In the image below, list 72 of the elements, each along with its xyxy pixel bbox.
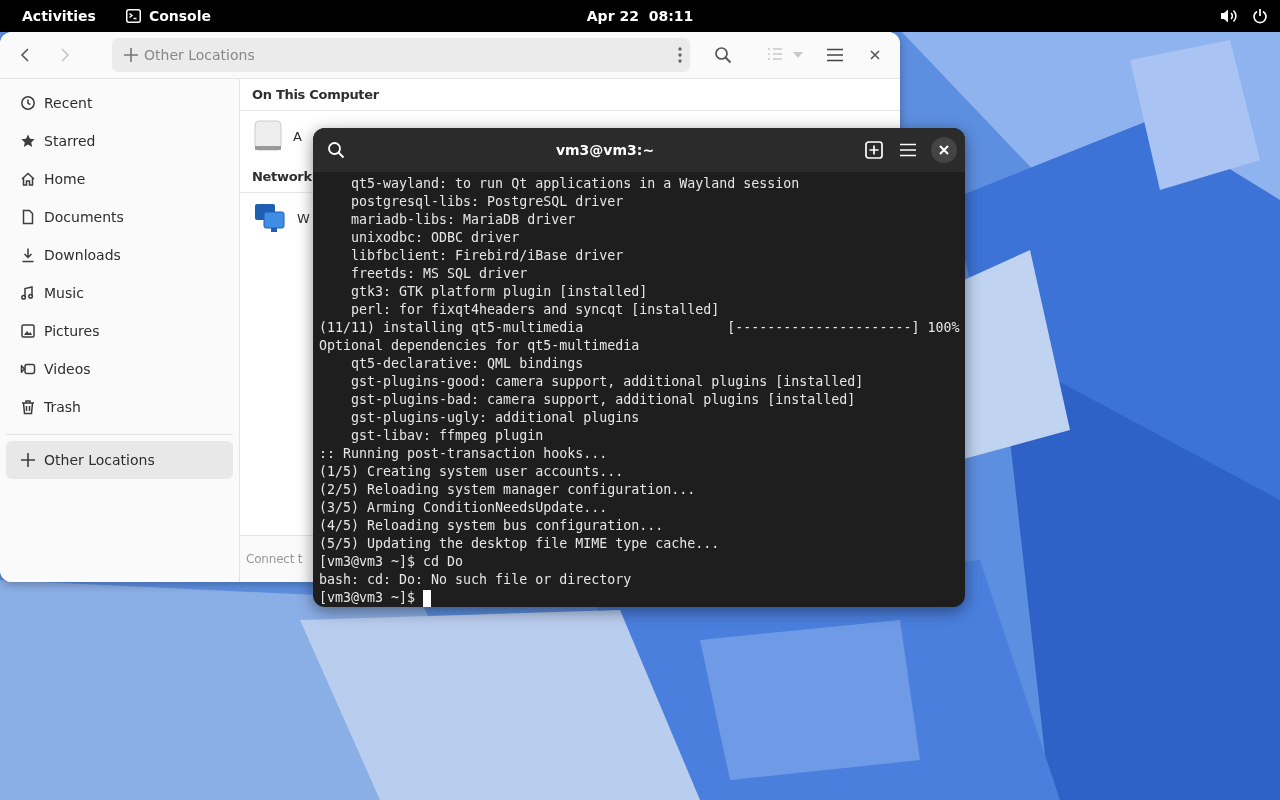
document-icon xyxy=(20,209,36,225)
sidebar-item[interactable]: Other Locations xyxy=(6,441,233,479)
sidebar-item[interactable]: Documents xyxy=(6,198,233,236)
sidebar-item[interactable]: Videos xyxy=(6,350,233,388)
terminal-prompt: [vm3@vm3 ~]$ xyxy=(319,589,417,607)
sidebar-item[interactable]: Recent xyxy=(6,84,233,122)
terminal-line: mariadb-libs: MariaDB driver xyxy=(350,211,577,229)
volume-icon[interactable] xyxy=(1220,8,1238,24)
sidebar-item[interactable]: Pictures xyxy=(6,312,233,350)
search-icon xyxy=(327,141,345,159)
terminal-line: [vm3@vm3 ~]$ cd Do xyxy=(319,553,465,571)
terminal-line: bash: cd: Do: No such file or directory xyxy=(319,571,633,589)
terminal-line: postgresql-libs: PostgreSQL driver xyxy=(350,193,625,211)
terminal-line: gst-libav: ffmpeg plugin xyxy=(350,427,545,445)
terminal-line: (4/5) Reloading system bus configuration... xyxy=(319,517,665,535)
search-icon xyxy=(714,46,732,64)
path-text: Other Locations xyxy=(144,47,256,63)
section-heading: On This Computer xyxy=(252,87,379,102)
star-icon xyxy=(20,133,36,149)
close-icon xyxy=(939,145,949,155)
section-heading: Network xyxy=(252,169,312,184)
location-row[interactable]: A xyxy=(240,111,312,161)
terminal-line: libfbclient: Firebird/iBase driver xyxy=(350,247,625,265)
terminal-line: (1/5) Creating system user accounts... xyxy=(319,463,625,481)
home-icon xyxy=(20,171,36,187)
window-title: vm3@vm3:~ xyxy=(554,142,656,158)
terminal-line: qt5-declarative: QML bindings xyxy=(350,355,585,373)
menu-icon xyxy=(827,48,843,62)
plus-icon xyxy=(865,141,883,159)
terminal-line: freetds: MS SQL driver xyxy=(350,265,529,283)
terminal-line: (5/5) Updating the desktop file MIME type cache... xyxy=(319,535,721,553)
terminal-line: gtk3: GTK platform plugin [installed] xyxy=(350,283,649,301)
location-row[interactable]: W xyxy=(240,193,312,243)
kebab-menu-icon[interactable] xyxy=(678,47,682,63)
drive-icon xyxy=(254,120,282,152)
terminal-line: gst-plugins-bad: camera support, additional plugins [installed] xyxy=(350,391,857,409)
trash-icon xyxy=(20,399,36,415)
sidebar-item[interactable]: Music xyxy=(6,274,233,312)
text-cursor xyxy=(423,589,432,607)
terminal-line: gst-plugins-ugly: additional plugins xyxy=(350,409,641,427)
sidebar-item[interactable]: Home xyxy=(6,160,233,198)
chevron-left-icon xyxy=(20,47,30,63)
terminal-line: (3/5) Arming ConditionNeedsUpdate... xyxy=(319,499,609,517)
chevron-right-icon xyxy=(60,47,70,63)
close-icon xyxy=(870,50,880,60)
close-button[interactable] xyxy=(931,137,957,163)
terminal-line: (11/11) installing qt5-multimedia [----------------------] 100% xyxy=(319,319,959,337)
terminal-line: Optional dependencies for qt5-multimedia xyxy=(319,337,641,355)
terminal-line: qt5-wayland: to run Qt applications in a Wayland session xyxy=(350,175,801,193)
clock-icon xyxy=(20,95,36,111)
video-icon xyxy=(20,361,36,377)
terminal-line: gst-plugins-good: camera support, additional plugins [installed] xyxy=(350,373,865,391)
image-icon xyxy=(20,323,36,339)
sidebar-item[interactable]: Starred xyxy=(6,122,233,160)
sidebar-item[interactable]: Trash xyxy=(6,388,233,426)
sidebar-item[interactable]: Downloads xyxy=(6,236,233,274)
app-menu[interactable]: Console xyxy=(148,8,211,24)
terminal-icon xyxy=(125,9,141,23)
terminal-line: (2/5) Reloading system manager configuration... xyxy=(319,481,697,499)
terminal-line: unixodbc: ODBC driver xyxy=(350,229,521,247)
music-icon xyxy=(20,285,36,301)
terminal-line: perl: for fixqt4headers and syncqt [installed] xyxy=(350,301,721,319)
plus-icon xyxy=(124,48,138,62)
network-icon xyxy=(254,202,286,234)
clock[interactable]: Apr 22 08:11 xyxy=(586,8,694,24)
connect-label: Connect t xyxy=(246,552,303,566)
activities-button[interactable]: Activities xyxy=(18,8,100,24)
menu-icon xyxy=(900,143,916,157)
power-icon[interactable] xyxy=(1252,8,1268,24)
terminal-line: :: Running post-transaction hooks... xyxy=(319,445,609,463)
plus-icon xyxy=(20,452,36,468)
download-icon xyxy=(20,247,36,263)
